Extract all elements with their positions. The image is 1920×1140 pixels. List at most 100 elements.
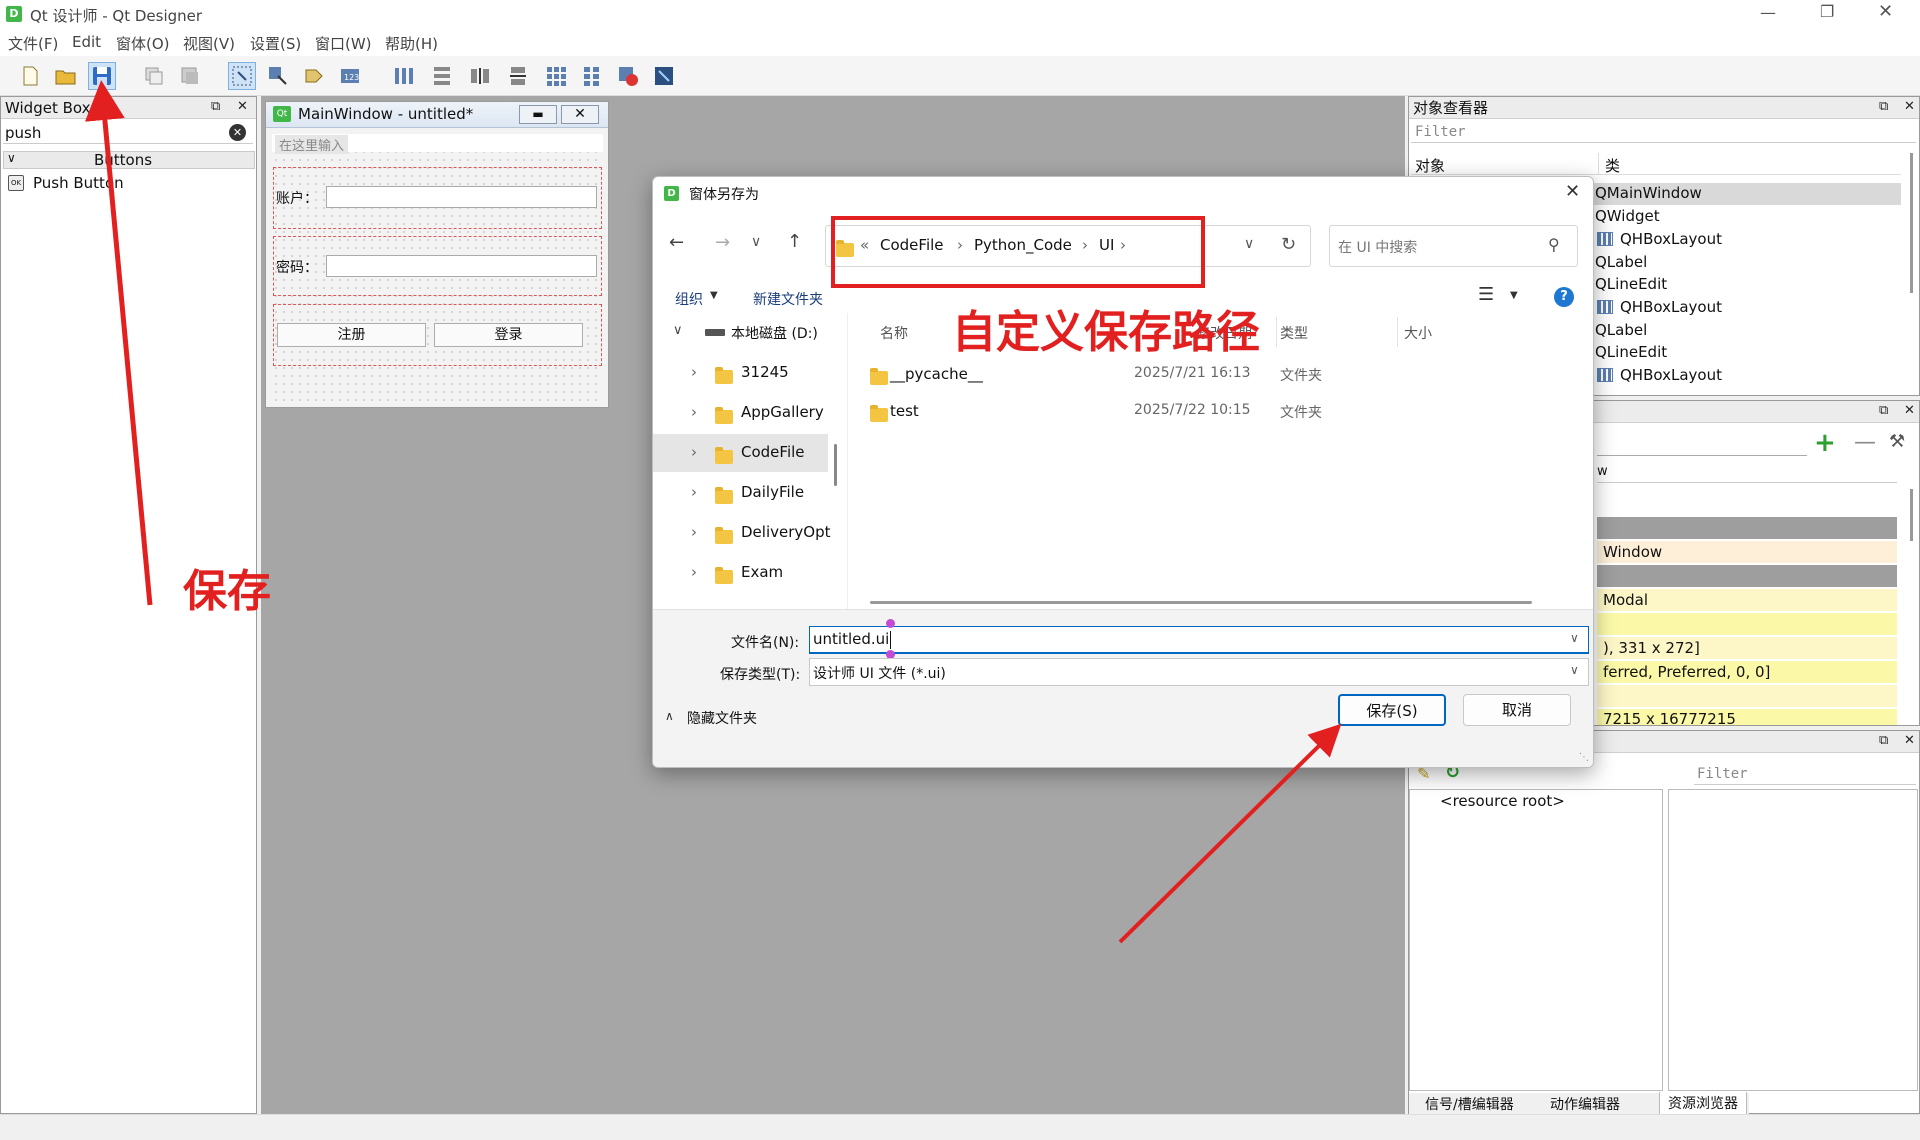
filename-input[interactable]: untitled.ui ∨ <box>809 619 1589 659</box>
paste-icon[interactable] <box>176 62 204 90</box>
column-header-name[interactable]: 名称 <box>880 323 908 343</box>
widget-item-push-button[interactable]: OK Push Button <box>5 173 245 193</box>
organize-dropdown-icon[interactable]: ▼ <box>710 290 718 301</box>
horizontal-scrollbar[interactable] <box>870 601 1532 604</box>
property-scrollbar[interactable] <box>1906 489 1916 639</box>
nav-folder-selected[interactable]: › CodeFile <box>653 434 828 472</box>
dialog-save-button[interactable]: 保存(S) <box>1338 694 1446 726</box>
view-options-icon[interactable]: ☰ <box>1478 284 1494 305</box>
minimize-icon[interactable]: — <box>1760 3 1776 22</box>
class-entry[interactable]: QLineEdit <box>1595 343 1667 361</box>
property-row[interactable]: Modal <box>1597 589 1897 611</box>
float-dock-icon[interactable]: ⧉ <box>211 99 220 114</box>
back-arrow-icon[interactable]: ← <box>669 232 684 253</box>
property-row[interactable]: ), 331 x 272] <box>1597 637 1897 659</box>
register-button[interactable]: 注册 <box>277 323 426 347</box>
collapsed-chevron-icon[interactable]: › <box>691 403 697 421</box>
filetype-select[interactable]: 设计师 UI 文件 (*.ui) ∨ <box>809 658 1589 686</box>
help-icon[interactable]: ? <box>1554 287 1574 307</box>
save-icon[interactable] <box>88 62 116 90</box>
category-buttons[interactable]: ∨ Buttons <box>3 151 255 169</box>
menu-help[interactable]: 帮助(H) <box>385 33 438 54</box>
tab-action-editor[interactable]: 动作编辑器 <box>1550 1094 1620 1114</box>
resource-filter-input[interactable]: Filter <box>1694 765 1916 785</box>
menu-settings[interactable]: 设置(S) <box>250 33 301 54</box>
property-row[interactable]: 7215 x 16777215 <box>1597 709 1897 725</box>
class-entry[interactable]: QWidget <box>1595 207 1660 225</box>
password-input[interactable] <box>326 255 597 277</box>
dialog-close-icon[interactable]: ✕ <box>1565 181 1580 202</box>
form-close-icon[interactable]: ✕ <box>561 105 599 124</box>
recent-chevron-down-icon[interactable]: ∨ <box>751 234 761 250</box>
float-dock-icon[interactable]: ⧉ <box>1879 403 1888 418</box>
class-entry[interactable]: QHBoxLayout <box>1620 366 1722 384</box>
folder-search-input[interactable]: 在 UI 中搜索 ⚲ <box>1329 225 1578 267</box>
file-row[interactable]: test 2025/7/22 10:15 文件夹 <box>864 398 1564 428</box>
object-filter-input[interactable]: Filter <box>1411 123 1916 143</box>
refresh-icon[interactable]: ↻ <box>1281 234 1296 255</box>
class-entry[interactable]: QLineEdit <box>1595 275 1667 293</box>
property-row[interactable] <box>1597 613 1897 635</box>
class-entry[interactable]: QMainWindow <box>1595 184 1702 202</box>
organize-menu[interactable]: 组织 <box>675 289 703 309</box>
resource-tree[interactable]: <resource root> <box>1409 789 1663 1091</box>
form-window[interactable]: Qt MainWindow - untitled* ▬ ✕ 在这里输入 账户： … <box>265 101 609 408</box>
remove-property-icon[interactable]: — <box>1854 430 1876 455</box>
menu-form[interactable]: 窗体(O) <box>116 33 170 54</box>
tree-scrollbar[interactable] <box>1906 153 1916 303</box>
layout-horizontal-icon[interactable] <box>390 62 418 90</box>
tab-resource-browser[interactable]: 资源浏览器 <box>1659 1092 1747 1115</box>
open-folder-icon[interactable] <box>52 62 80 90</box>
add-property-icon[interactable]: + <box>1814 430 1836 456</box>
float-dock-icon[interactable]: ⧉ <box>1879 99 1888 114</box>
class-entry[interactable]: QLabel <box>1595 253 1647 271</box>
close-dock-icon[interactable]: ✕ <box>1904 733 1915 748</box>
adjust-size-icon[interactable] <box>650 62 678 90</box>
collapsed-chevron-icon[interactable]: › <box>691 483 697 501</box>
column-header-type[interactable]: 类型 <box>1280 323 1308 343</box>
property-row[interactable]: Window <box>1597 541 1897 563</box>
menu-file[interactable]: 文件(F) <box>8 33 58 54</box>
resize-grip-icon[interactable]: ⋱ <box>1579 752 1589 763</box>
close-dock-icon[interactable]: ✕ <box>237 99 248 114</box>
clear-search-icon[interactable]: ✕ <box>229 124 246 141</box>
hide-folders-toggle[interactable]: 隐藏文件夹 <box>687 708 757 728</box>
edit-signals-icon[interactable] <box>264 62 292 90</box>
edit-buddies-icon[interactable] <box>300 62 328 90</box>
menu-edit[interactable]: Edit <box>72 33 101 51</box>
address-dropdown-icon[interactable]: ∨ <box>1244 236 1254 252</box>
file-row[interactable]: __pycache__ 2025/7/21 16:13 文件夹 <box>864 361 1564 391</box>
forward-arrow-icon[interactable]: → <box>715 232 730 253</box>
tab-signal-slot-editor[interactable]: 信号/槽编辑器 <box>1425 1094 1514 1114</box>
close-dock-icon[interactable]: ✕ <box>1904 403 1915 418</box>
collapsed-chevron-icon[interactable]: › <box>691 523 697 541</box>
filename-dropdown-icon[interactable]: ∨ <box>1570 631 1579 645</box>
dialog-cancel-button[interactable]: 取消 <box>1463 694 1571 726</box>
class-entry[interactable]: QHBoxLayout <box>1620 230 1722 248</box>
collapsed-chevron-icon[interactable]: › <box>691 363 697 381</box>
nav-drive[interactable]: ∨ 本地磁盘 (D:) <box>653 313 828 351</box>
search-icon[interactable]: ⚲ <box>1548 235 1560 254</box>
layout-splitter-v-icon[interactable] <box>504 62 532 90</box>
property-row[interactable]: ferred, Preferred, 0, 0] <box>1597 661 1897 683</box>
expanded-chevron-icon[interactable]: ∨ <box>673 323 683 338</box>
break-layout-icon[interactable] <box>614 62 642 90</box>
menu-type-here[interactable]: 在这里输入 <box>275 135 349 154</box>
login-button[interactable]: 登录 <box>434 323 583 347</box>
nav-folder[interactable]: › DailyFile <box>653 474 828 512</box>
nav-folder[interactable]: › 31245 <box>653 354 828 392</box>
layout-splitter-h-icon[interactable] <box>466 62 494 90</box>
restore-icon[interactable]: ❐ <box>1820 2 1834 21</box>
view-dropdown-icon[interactable]: ▼ <box>1510 290 1518 301</box>
widget-search-input[interactable]: push ✕ <box>3 122 253 144</box>
chevron-up-icon[interactable]: ∧ <box>665 709 674 723</box>
collapsed-chevron-icon[interactable]: › <box>691 443 697 461</box>
layout-form-icon[interactable] <box>578 62 606 90</box>
float-dock-icon[interactable]: ⧉ <box>1879 733 1888 748</box>
edit-widgets-icon[interactable] <box>228 62 256 90</box>
close-window-icon[interactable]: ✕ <box>1878 1 1893 22</box>
property-filter-input[interactable] <box>1597 436 1807 456</box>
copy-icon[interactable] <box>140 62 168 90</box>
layout-grid-icon[interactable] <box>542 62 570 90</box>
column-header-size[interactable]: 大小 <box>1404 323 1432 343</box>
